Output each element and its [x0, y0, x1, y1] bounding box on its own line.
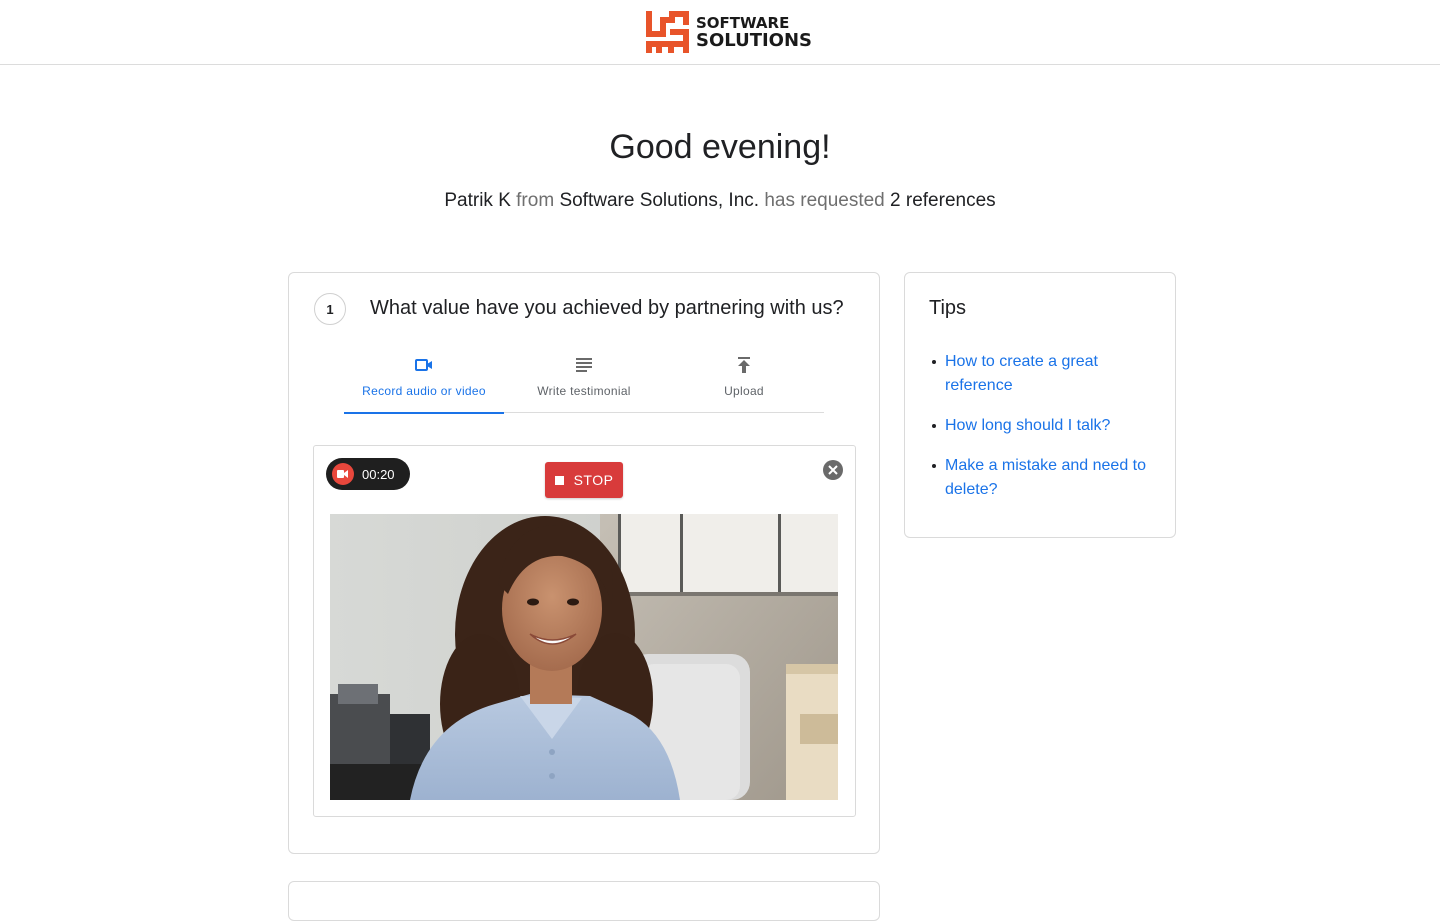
- close-icon: [828, 465, 838, 475]
- question-number: 1: [314, 293, 346, 325]
- tip-link-how-long[interactable]: How long should I talk?: [945, 417, 1110, 434]
- question-text: What value have you achieved by partneri…: [370, 297, 844, 319]
- text-lines-icon: [576, 358, 592, 372]
- brand-wordmark: SOFTWARE SOLUTIONS: [696, 14, 812, 50]
- tip-link-mistake-delete[interactable]: Make a mistake and need to delete?: [945, 457, 1146, 498]
- response-mode-tabs: Record audio or video Write testimonial …: [344, 351, 824, 414]
- brand-logo[interactable]: SOFTWARE SOLUTIONS: [646, 11, 812, 53]
- recording-indicator-icon: [332, 463, 354, 485]
- tab-record-label: Record audio or video: [362, 384, 486, 398]
- tips-title: Tips: [929, 297, 967, 319]
- tab-upload[interactable]: Upload: [664, 351, 824, 413]
- brand-logo-mark-icon: [646, 11, 689, 53]
- page-title: Good evening!: [609, 128, 831, 166]
- question-card: 1 What value have you achieved by partne…: [288, 272, 880, 854]
- tip-link-great-reference[interactable]: How to create a great reference: [945, 353, 1098, 394]
- tip-item: Make a mistake and need to delete?: [929, 454, 1159, 502]
- company-name: Software Solutions, Inc.: [559, 190, 760, 211]
- tips-list: How to create a great reference How long…: [929, 350, 1159, 518]
- stop-label: STOP: [573, 472, 614, 488]
- video-camera-icon: [415, 359, 432, 371]
- camera-icon: [337, 470, 348, 478]
- tab-record[interactable]: Record audio or video: [344, 351, 504, 414]
- tips-panel: Tips How to create a great reference How…: [904, 272, 1176, 538]
- tab-write[interactable]: Write testimonial: [504, 351, 664, 413]
- tab-write-label: Write testimonial: [537, 384, 631, 398]
- timer-value: 00:20: [362, 466, 395, 482]
- brand-line-2: SOLUTIONS: [696, 30, 813, 51]
- tip-item: How to create a great reference: [929, 350, 1159, 398]
- has-requested-text: has requested: [764, 190, 885, 211]
- stop-icon: [554, 475, 564, 485]
- upload-icon: [738, 357, 750, 373]
- stop-button[interactable]: STOP: [545, 462, 623, 498]
- tab-upload-label: Upload: [724, 384, 764, 398]
- camera-preview: [330, 514, 838, 800]
- from-word: from: [516, 190, 555, 211]
- reference-count: 2 references: [890, 190, 996, 211]
- video-recorder: 00:20 STOP: [313, 445, 856, 817]
- next-question-card: [288, 881, 880, 921]
- tip-item: How long should I talk?: [929, 414, 1159, 438]
- request-summary: Patrik K from Software Solutions, Inc. h…: [0, 190, 1440, 212]
- requester-name: Patrik K: [444, 190, 511, 211]
- top-header: SOFTWARE SOLUTIONS: [0, 0, 1440, 65]
- recording-timer: 00:20: [326, 458, 410, 490]
- close-recorder-button[interactable]: [823, 460, 843, 480]
